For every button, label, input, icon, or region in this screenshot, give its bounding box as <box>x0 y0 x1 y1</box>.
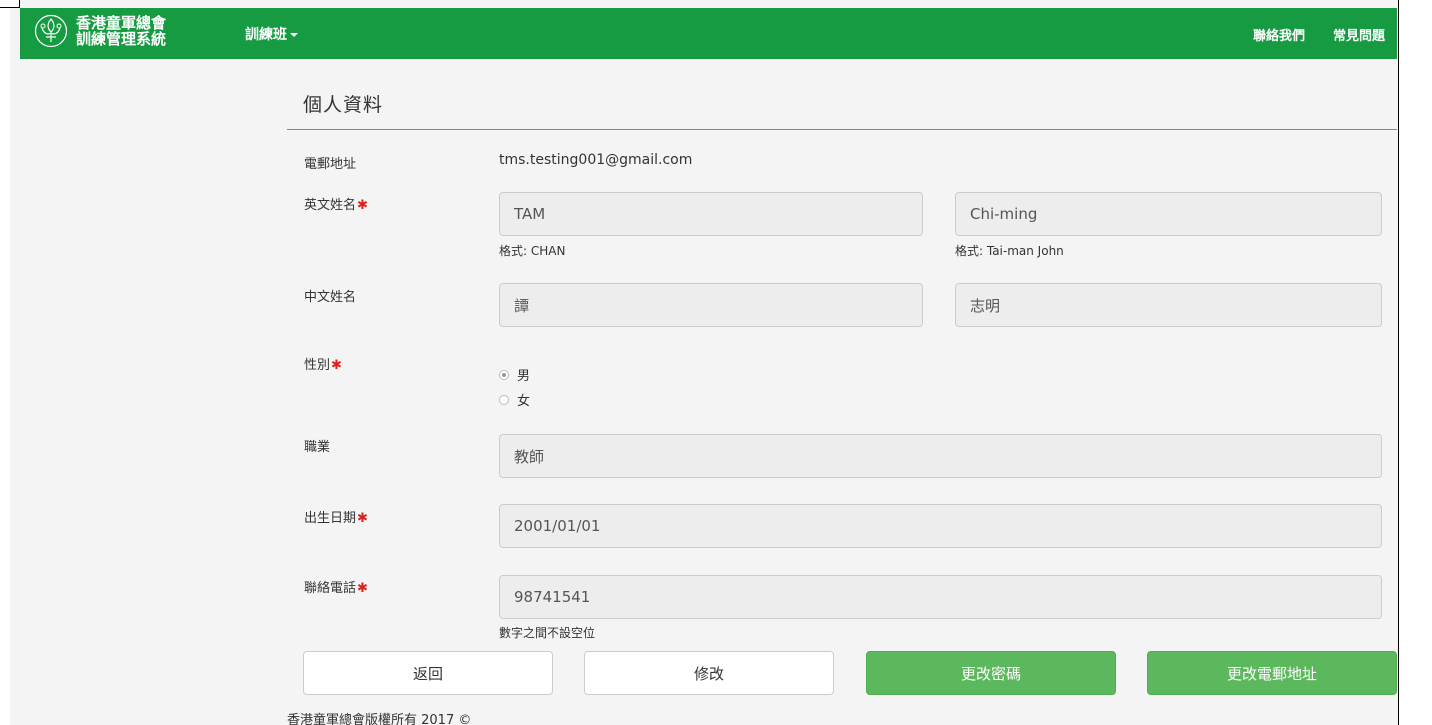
chinese-name-label: 中文姓名 <box>304 290 357 305</box>
brand-line-2: 訓練管理系統 <box>76 30 167 48</box>
window-frame-corner <box>0 0 20 8</box>
contact-us-link[interactable]: 聯絡我們 <box>1253 25 1305 44</box>
occupation-field[interactable]: 教師 <box>499 434 1382 478</box>
required-asterisk-icon: ✱ <box>357 581 368 596</box>
faq-link[interactable]: 常見問題 <box>1333 25 1385 44</box>
phone-label-text: 聯絡電話 <box>304 581 357 596</box>
brand-text: 香港童軍總會 訓練管理系統 <box>76 15 166 47</box>
window-frame-right <box>1398 0 1432 725</box>
nav-right-links: 聯絡我們 常見問題 <box>1253 25 1385 44</box>
brand[interactable]: 香港童軍總會 訓練管理系統 <box>34 14 166 48</box>
back-button[interactable]: 返回 <box>303 651 553 695</box>
english-surname-hint: 格式: CHAN <box>499 244 566 258</box>
occupation-label: 職業 <box>304 440 331 455</box>
footer-copyright: 香港童軍總會版權所有 2017 © <box>287 713 472 725</box>
english-given-name-hint: 格式: Tai-man John <box>955 244 1064 258</box>
english-name-label: 英文姓名✱ <box>304 194 368 213</box>
window-frame-left <box>0 0 10 725</box>
email-value: tms.testing001@gmail.com <box>499 152 693 168</box>
change-password-button[interactable]: 更改密碼 <box>866 651 1116 695</box>
gender-male-label: 男 <box>517 369 531 384</box>
phone-field[interactable]: 98741541 <box>499 575 1382 619</box>
edit-button[interactable]: 修改 <box>584 651 834 695</box>
gender-label-text: 性別 <box>304 358 331 373</box>
top-navbar: 香港童軍總會 訓練管理系統 訓練班 聯絡我們 常見問題 <box>20 8 1397 59</box>
chinese-surname-field[interactable]: 譚 <box>499 283 923 327</box>
scout-logo-icon <box>34 14 68 48</box>
gender-male-option[interactable]: 男 <box>499 365 530 384</box>
phone-label: 聯絡電話✱ <box>304 577 368 596</box>
gender-label: 性別✱ <box>304 354 342 373</box>
brand-line-1: 香港童軍總會 <box>76 14 167 32</box>
phone-hint: 數字之間不設空位 <box>499 626 596 640</box>
gender-female-option[interactable]: 女 <box>499 390 530 409</box>
english-name-label-text: 英文姓名 <box>304 198 357 213</box>
required-asterisk-icon: ✱ <box>357 511 368 526</box>
change-email-button[interactable]: 更改電郵地址 <box>1147 651 1397 695</box>
radio-checked-icon[interactable] <box>499 369 509 380</box>
chinese-given-name-field[interactable]: 志明 <box>955 283 1382 327</box>
dob-field[interactable]: 2001/01/01 <box>499 504 1382 548</box>
required-asterisk-icon: ✱ <box>331 358 342 373</box>
email-label: 電郵地址 <box>304 157 357 172</box>
required-asterisk-icon: ✱ <box>357 198 368 213</box>
page-title: 個人資料 <box>303 94 384 116</box>
dob-label-text: 出生日期 <box>304 511 357 526</box>
caret-down-icon <box>290 33 298 37</box>
title-divider <box>287 129 1397 130</box>
dob-label: 出生日期✱ <box>304 507 368 526</box>
english-surname-field[interactable]: TAM <box>499 192 923 236</box>
radio-unchecked-icon[interactable] <box>499 394 509 405</box>
english-given-name-field[interactable]: Chi-ming <box>955 192 1382 236</box>
gender-female-label: 女 <box>517 394 531 409</box>
course-dropdown[interactable]: 訓練班 <box>245 24 298 44</box>
course-dropdown-label: 訓練班 <box>245 27 287 43</box>
